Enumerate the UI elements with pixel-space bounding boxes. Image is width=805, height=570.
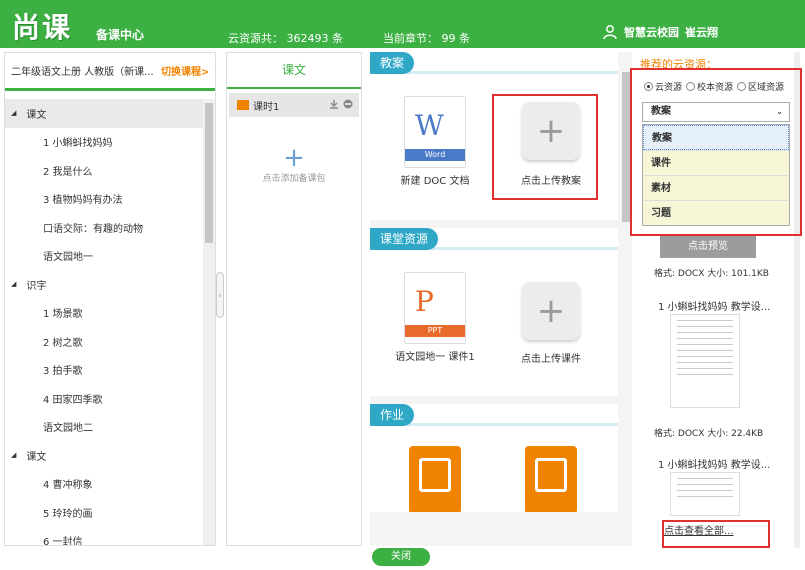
tree-scrollbar[interactable] — [203, 99, 215, 545]
highlight-box — [662, 520, 770, 548]
download-icon[interactable] — [329, 99, 339, 109]
current-course: 二年级语文上册 人教版（新课... — [11, 67, 154, 78]
lesson-panel: 课文 课时1 + 点击添加备课包 — [226, 52, 362, 546]
doc-title[interactable]: 1 小蝌蚪找妈妈 教学设... — [658, 298, 770, 313]
homework-section: 作业 — [370, 404, 618, 512]
tree-group[interactable]: ◢ 课文 — [5, 99, 203, 128]
tree-item[interactable]: 语文园地二 — [5, 413, 203, 442]
tree-group[interactable]: ◢ 识字 — [5, 270, 203, 299]
tree-item[interactable]: 2 树之歌 — [5, 327, 203, 356]
tree-item[interactable]: 4 田家四季歌 — [5, 384, 203, 413]
user-icon — [603, 25, 617, 40]
class-resource-section: 课堂资源 P PPT 语文园地一 课件1 + 点击上传课件 — [370, 228, 618, 396]
tree-item[interactable]: 1 场景歌 — [5, 299, 203, 328]
close-button[interactable]: 关闭 — [372, 548, 430, 566]
ppt-file-icon: P PPT — [404, 272, 466, 344]
tree-item[interactable]: 1 小蝌蚪找妈妈 — [5, 128, 203, 157]
user-name: 崔云翔 — [685, 26, 718, 39]
collapse-panel-handle[interactable]: ‹ — [216, 272, 224, 318]
resource-panel: 教案 W Word 新建 DOC 文档 + 点击上传教案 课堂资源 P PPT … — [370, 52, 632, 546]
top-header: 尚课 备课中心 云资源共： 362493 条 当前章节： 99 条 智慧云校园 … — [0, 0, 805, 48]
homework-section-title: 作业 — [370, 404, 415, 426]
upload-courseware-card[interactable]: + 点击上传课件 — [496, 282, 606, 365]
doc-thumbnail[interactable] — [670, 472, 740, 516]
caret-down-icon: ◢ — [11, 451, 17, 460]
ppt-name: 语文园地一 课件1 — [395, 352, 475, 363]
plan-section-title: 教案 — [370, 52, 415, 74]
chapter-tree: ◢ 课文 1 小蝌蚪找妈妈 2 我是什么 3 植物妈妈有办法 口语交际：有趣的动物… — [5, 99, 203, 545]
section-title: 备课中心 — [96, 28, 145, 42]
preview-button[interactable]: 点击预览 — [660, 236, 756, 258]
lesson-label: 课时1 — [253, 101, 280, 113]
doc-title[interactable]: 1 小蝌蚪找妈妈 教学设... — [658, 456, 770, 471]
doc-thumbnail[interactable] — [670, 314, 740, 408]
new-doc-label: 新建 DOC 文档 — [400, 176, 470, 187]
tree-item[interactable]: 4 曹冲称象 — [5, 470, 203, 499]
school-name: 智慧云校园 — [624, 26, 679, 39]
remove-icon[interactable] — [343, 99, 353, 109]
ppt-card[interactable]: P PPT 语文园地一 课件1 — [380, 272, 490, 363]
class-section-title: 课堂资源 — [370, 228, 439, 250]
new-doc-card[interactable]: W Word 新建 DOC 文档 — [380, 96, 490, 187]
tree-item[interactable]: 2 我是什么 — [5, 156, 203, 185]
course-tree-panel: 二年级语文上册 人教版（新课... 切换课程> ◢ 课文 1 小蝌蚪找妈妈 2 我… — [4, 52, 216, 546]
chapter-resource-count: 当前章节： 99 条 — [383, 32, 470, 45]
add-package-button[interactable]: + 点击添加备课包 — [227, 145, 361, 184]
tree-item[interactable]: 5 玲玲的画 — [5, 498, 203, 527]
user-info[interactable]: 智慧云校园 崔云翔 — [602, 24, 718, 40]
highlight-box — [630, 68, 802, 236]
tree-item[interactable]: 6 一封信 — [5, 527, 203, 545]
homework-icon — [525, 446, 577, 512]
highlight-box — [492, 94, 598, 200]
lesson-item[interactable]: 课时1 — [229, 93, 359, 117]
cloud-resource-count: 云资源共： 362493 条 — [228, 32, 343, 45]
scroll-thumb[interactable] — [205, 103, 213, 243]
homework-icon — [409, 446, 461, 512]
tree-group[interactable]: ◢ 课文 — [5, 441, 203, 470]
homework-card[interactable] — [380, 446, 490, 512]
plus-icon: + — [283, 143, 305, 173]
folder-icon — [237, 100, 249, 110]
add-package-label: 点击添加备课包 — [262, 174, 326, 184]
app-logo: 尚课 — [12, 11, 73, 44]
tree-item[interactable]: 语文园地一 — [5, 242, 203, 271]
homework-card[interactable] — [496, 446, 606, 512]
word-file-icon: W Word — [404, 96, 466, 168]
tree-item[interactable]: 3 植物妈妈有办法 — [5, 185, 203, 214]
tree-item[interactable]: 口语交际：有趣的动物 — [5, 213, 203, 242]
plus-icon: + — [522, 282, 580, 340]
course-selector: 二年级语文上册 人教版（新课... 切换课程> — [5, 53, 215, 91]
caret-down-icon: ◢ — [11, 109, 17, 118]
caret-down-icon: ◢ — [11, 280, 17, 289]
file-format-info: 格式: DOCX 大小: 22.4KB — [654, 429, 764, 439]
tab-text[interactable]: 课文 — [227, 53, 361, 89]
switch-course-link[interactable]: 切换课程> — [161, 63, 209, 78]
tree-item[interactable]: 3 拍手歌 — [5, 356, 203, 385]
upload-courseware-label: 点击上传课件 — [521, 354, 581, 365]
file-format-info: 格式: DOCX 大小: 101.1KB — [654, 269, 769, 279]
